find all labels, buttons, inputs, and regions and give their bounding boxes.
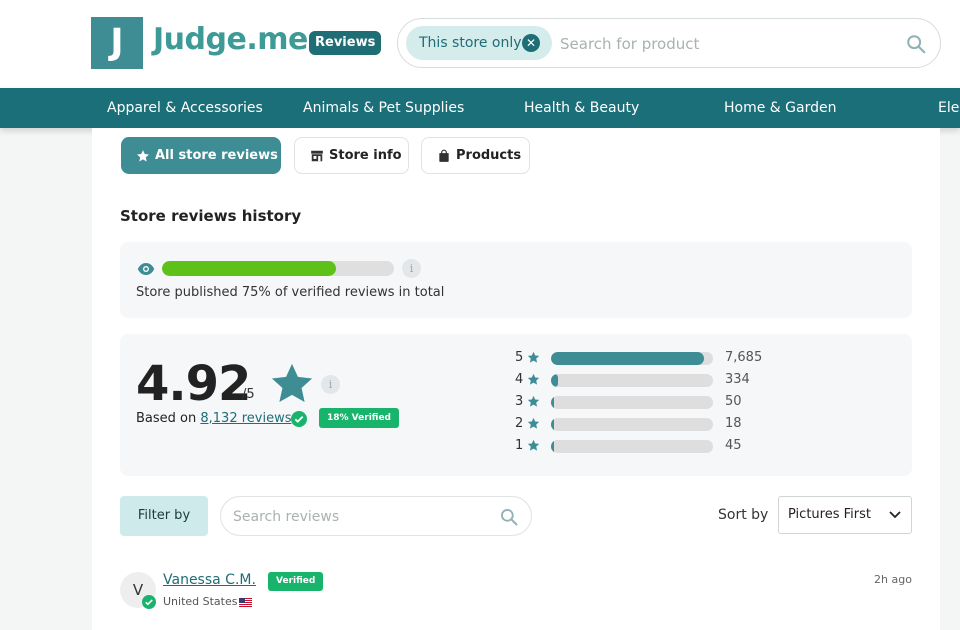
star-icon [527,373,540,385]
review-search-input[interactable] [233,506,483,528]
verified-percent-badge: 18% Verified [319,408,399,428]
tab-label: Products [456,148,522,163]
histogram-count: 50 [725,394,742,409]
section-title: Store reviews history [120,207,302,225]
sort-label: Sort by [718,507,769,523]
histogram-fill [551,396,555,409]
info-icon[interactable]: i [402,259,421,278]
histogram-stars: 5 [515,350,524,365]
info-icon[interactable]: i [321,375,340,394]
bag-icon [439,149,449,162]
nav-item-home[interactable]: Home & Garden [724,88,836,128]
histogram-row[interactable]: 5 7,685 [515,349,775,367]
chevron-down-icon [889,511,901,519]
star-icon [271,363,313,402]
site-header: J Judge.me Reviews This store only ✕ [0,0,960,88]
store-icon [311,150,323,162]
product-search-input[interactable] [560,31,890,57]
histogram-fill [551,440,555,453]
us-flag-icon [239,598,252,607]
search-icon[interactable] [905,33,927,55]
sort-selected-value: Pictures First [788,507,871,522]
tab-store-info[interactable]: Store info [294,137,409,174]
histogram-fill [551,418,555,431]
category-nav: Apparel & Accessories Animals & Pet Supp… [0,88,960,128]
tab-label: Store info [329,148,402,163]
histogram-row[interactable]: 3 50 [515,393,775,411]
logo-mark[interactable]: J [91,17,143,69]
review-time: 2h ago [874,573,912,586]
reviews-badge: Reviews [309,31,382,55]
reviewer-name[interactable]: Vanessa C.M. [163,572,256,588]
rating-out-of: /5 [242,387,255,402]
histogram-bar [551,374,713,387]
histogram-row[interactable]: 1 45 [515,437,775,455]
store-only-chip-label: This store only [419,35,522,51]
nav-item-electronics[interactable]: Ele [938,88,959,128]
nav-item-apparel[interactable]: Apparel & Accessories [107,88,263,128]
histogram-count: 7,685 [725,350,763,365]
histogram-bar [551,418,713,431]
star-icon [527,395,540,407]
rating-summary-panel: 4.92 /5 i Based on 8,132 reviews 18% Ver… [120,334,912,476]
published-text: Store published 75% of verified reviews … [136,285,445,300]
sort-select[interactable]: Pictures First [778,496,912,534]
history-panel: i Store published 75% of verified review… [120,242,912,318]
product-search-bar[interactable]: This store only ✕ [397,18,941,68]
search-icon[interactable] [499,507,519,527]
histogram-bar [551,352,713,365]
histogram-row[interactable]: 4 334 [515,371,775,389]
main-card: All store reviews Store info Products St… [92,128,940,630]
logo-text[interactable]: Judge.me [153,22,308,57]
histogram-stars: 2 [515,416,524,431]
histogram-stars: 3 [515,394,524,409]
histogram-bar [551,396,713,409]
tab-products[interactable]: Products [421,137,530,174]
based-on-prefix: Based on [136,411,197,426]
histogram-count: 45 [725,438,742,453]
close-icon[interactable]: ✕ [522,34,540,52]
check-circle-icon [291,411,307,427]
review-search-bar[interactable] [220,496,532,536]
star-icon [137,150,149,162]
published-progress-fill [162,261,336,276]
reviews-count-link[interactable]: 8,132 reviews [200,411,291,426]
eye-icon [137,263,155,275]
logo-letter: J [110,22,124,63]
histogram-fill [551,374,558,387]
histogram-row[interactable]: 2 18 [515,415,775,433]
histogram-stars: 4 [515,372,524,387]
histogram-count: 18 [725,416,742,431]
based-on-text: Based on 8,132 reviews [136,411,292,426]
star-icon [527,351,540,363]
check-circle-icon [142,595,156,609]
histogram-stars: 1 [515,438,524,453]
filter-by-button[interactable]: Filter by [120,496,208,536]
nav-item-health[interactable]: Health & Beauty [524,88,639,128]
average-rating: 4.92 [136,356,251,412]
histogram-bar [551,440,713,453]
histogram-fill [551,352,705,365]
tab-label: All store reviews [155,148,278,163]
nav-item-animals[interactable]: Animals & Pet Supplies [303,88,464,128]
tab-all-store-reviews[interactable]: All store reviews [121,137,281,174]
verified-badge: Verified [268,572,324,591]
reviewer-country: United States [163,595,238,608]
published-progress-bar [162,261,394,276]
histogram-count: 334 [725,372,750,387]
star-icon [527,439,540,451]
star-icon [527,417,540,429]
store-only-chip[interactable]: This store only ✕ [406,26,552,60]
